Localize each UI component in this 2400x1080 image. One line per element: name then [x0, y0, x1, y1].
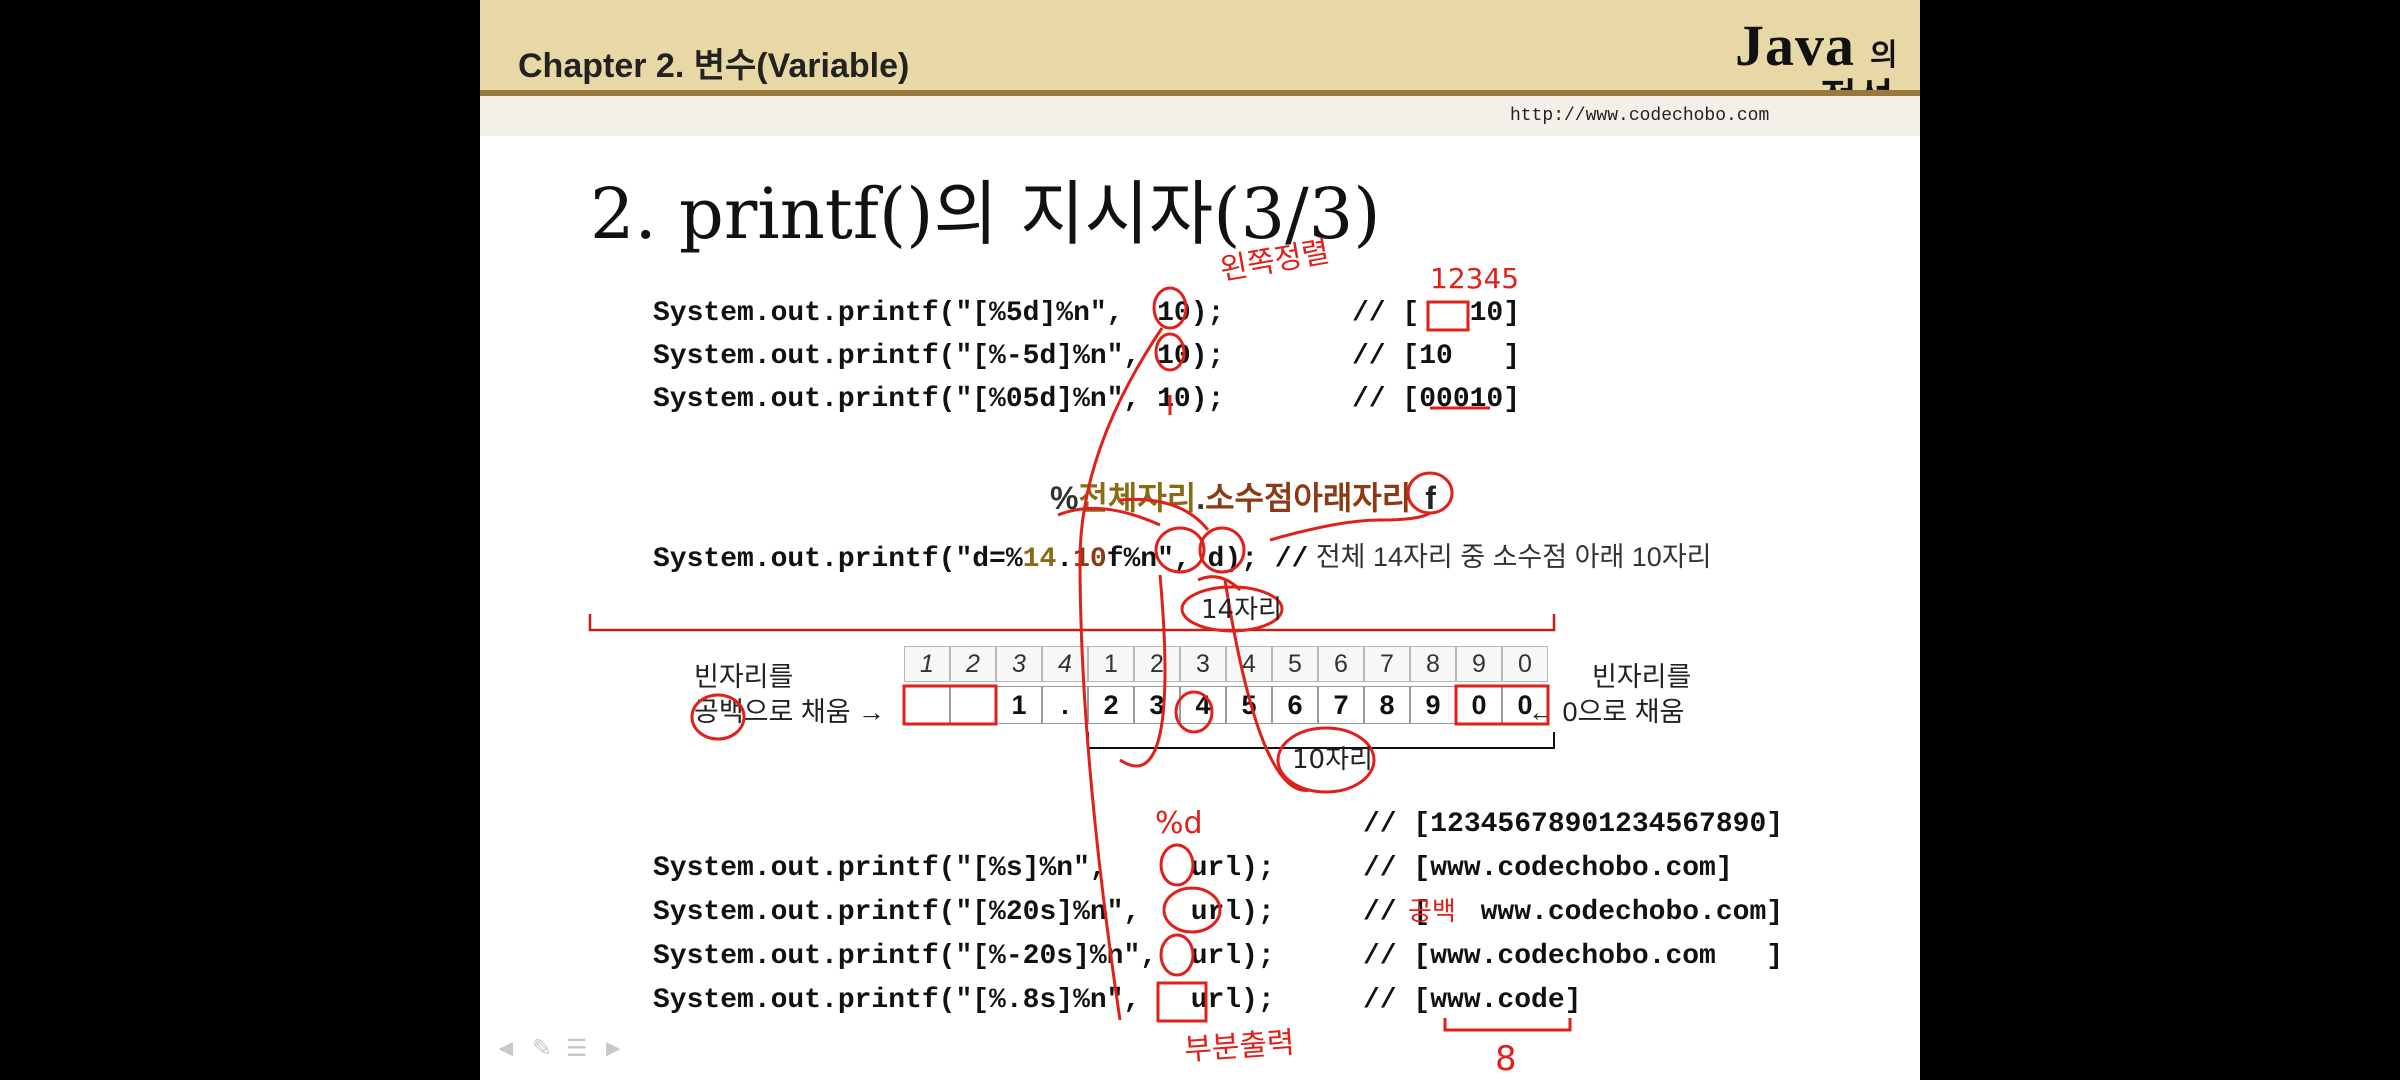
index-cell: 0 [1502, 646, 1548, 682]
code-line-double: System.out.printf("d=%14.10f%n", d); // … [653, 535, 1712, 575]
ruler-line: // [12345678901234567890] [1363, 809, 1784, 840]
prev-icon[interactable]: ◄ [494, 1035, 532, 1062]
value-cell: 5 [1226, 686, 1272, 724]
annot-fourteen: 14자리 [1201, 595, 1282, 625]
index-cell: 1 [1088, 646, 1134, 682]
value-cell: . [1042, 686, 1088, 724]
double-post: f%n", d); // [1106, 544, 1309, 575]
site-url: http://www.codechobo.com [1510, 106, 1770, 126]
index-cell: 9 [1456, 646, 1502, 682]
annot-partial: 부분출력 [1183, 1025, 1296, 1068]
double-comment: 전체 14자리 중 소수점 아래 10자리 [1308, 542, 1712, 572]
double-dot: . [1056, 544, 1074, 575]
result-int-2: // [10 ] [1352, 341, 1521, 372]
result-str-4: // [www.code] [1363, 985, 1582, 1016]
code-line-str-3: System.out.printf("[%-20s]%n", url); [653, 941, 1275, 972]
result-str-3: // [www.codechobo.com ] [1363, 941, 1784, 972]
index-cell: 2 [950, 646, 996, 682]
value-cell [904, 686, 950, 724]
value-cell: 4 [1180, 686, 1226, 724]
result-str-1: // [www.codechobo.com] [1363, 853, 1733, 884]
index-cell: 8 [1410, 646, 1456, 682]
index-cell: 2 [1134, 646, 1180, 682]
double-total: 14 [1022, 544, 1057, 575]
annot-ten: 10자리 [1292, 745, 1373, 775]
index-cell: 1 [904, 646, 950, 682]
value-cell: 7 [1318, 686, 1364, 724]
result-int-1: // [ 10] [1352, 298, 1521, 329]
slide-title: 2. printf()의 지시자(3/3) [590, 173, 1381, 255]
value-cell [950, 686, 996, 724]
result-str-2: // [ www.codechobo.com] [1363, 897, 1784, 928]
code-line-str-1: System.out.printf("[%s]%n", url); [653, 853, 1275, 884]
menu-icon[interactable]: ☰ [566, 1035, 602, 1062]
value-cell: 1 [996, 686, 1042, 724]
double-pre: System.out.printf("d=% [653, 544, 1023, 575]
value-cell: 3 [1134, 686, 1180, 724]
annot-nums: 12345 [1430, 262, 1519, 295]
fmt-total: 전체자리 [1078, 480, 1197, 516]
index-cell: 7 [1364, 646, 1410, 682]
value-cell: 6 [1272, 686, 1318, 724]
value-cell: 0 [1502, 686, 1548, 724]
code-line-int-3: System.out.printf("[%05d]%n", 10); [653, 384, 1225, 415]
slide: Chapter 2. 변수(Variable) Java 의 정석 http:/… [480, 0, 1920, 1080]
code-line-str-2: System.out.printf("[%20s]%n", url); [653, 897, 1275, 928]
value-cell: 0 [1456, 686, 1502, 724]
right-note-2: ← 0으로 채움 [1528, 697, 1685, 727]
result-int-3: // [00010] [1352, 384, 1521, 415]
fmt-percent: % [1050, 480, 1079, 516]
annot-eight: 8 [1495, 1039, 1517, 1079]
index-cell: 5 [1272, 646, 1318, 682]
index-cell: 3 [1180, 646, 1226, 682]
left-note-1: 빈자리를 [694, 662, 794, 692]
right-note-1: 빈자리를 [1592, 662, 1692, 692]
left-note-2: 공백으로 채움 → [694, 697, 886, 727]
format-explanation: %전체자리.소수점아래자리 f [1050, 473, 1436, 519]
fmt-f: f [1425, 480, 1436, 516]
slide-toolbar[interactable]: ◄✎☰► [494, 1034, 639, 1063]
code-line-str-4: System.out.printf("[%.8s]%n", url); [653, 985, 1275, 1016]
slide-header: Chapter 2. 변수(Variable) Java 의 정석 [480, 0, 1920, 121]
value-cell: 9 [1410, 686, 1456, 724]
index-cell: 3 [996, 646, 1042, 682]
chapter-title: Chapter 2. 변수(Variable) [518, 47, 910, 85]
fmt-frac: 소수점아래자리 [1205, 480, 1412, 516]
value-cell: 2 [1088, 686, 1134, 724]
value-cell: 8 [1364, 686, 1410, 724]
annot-percent-d: %d [1155, 806, 1203, 841]
index-cell: 6 [1318, 646, 1364, 682]
code-line-int-1: System.out.printf("[%5d]%n", 10); [653, 298, 1225, 329]
index-cell: 4 [1042, 646, 1088, 682]
fmt-dot: . [1196, 480, 1206, 516]
index-cell: 4 [1226, 646, 1272, 682]
next-icon[interactable]: ► [601, 1035, 639, 1062]
code-line-int-2: System.out.printf("[%-5d]%n", 10); [653, 341, 1225, 372]
pen-icon[interactable]: ✎ [532, 1035, 566, 1062]
double-frac: 10 [1073, 544, 1107, 575]
